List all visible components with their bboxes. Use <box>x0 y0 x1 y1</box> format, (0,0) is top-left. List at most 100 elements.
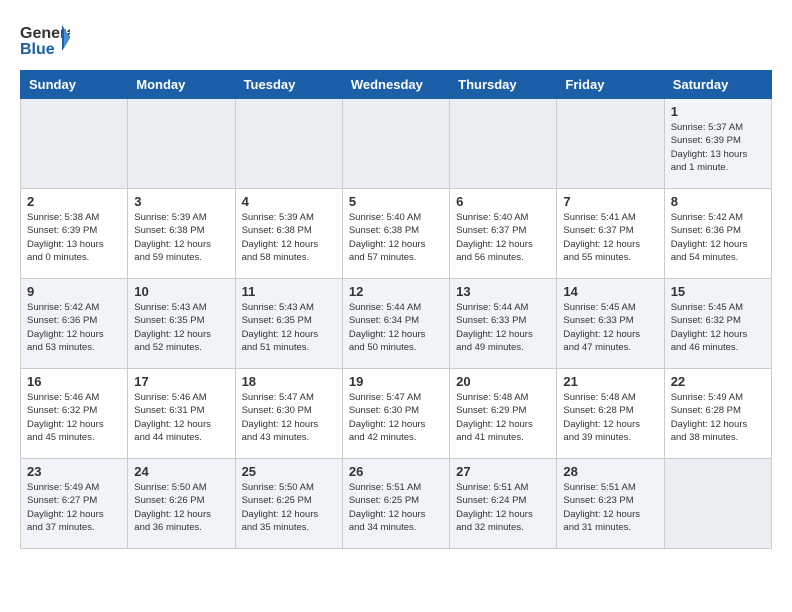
calendar-cell <box>235 99 342 189</box>
day-info: Sunrise: 5:49 AM Sunset: 6:28 PM Dayligh… <box>671 391 765 444</box>
calendar-cell: 18Sunrise: 5:47 AM Sunset: 6:30 PM Dayli… <box>235 369 342 459</box>
weekday-header-tuesday: Tuesday <box>235 71 342 99</box>
calendar-cell: 22 Sunrise: 5:49 AM Sunset: 6:28 PM Dayli… <box>664 369 771 459</box>
day-number: 2 <box>27 194 121 209</box>
day-number: 3 <box>134 194 228 209</box>
day-info: Sunrise: 5:45 AM Sunset: 6:33 PM Dayligh… <box>563 301 657 354</box>
day-number: 10 <box>134 284 228 299</box>
day-info: Sunrise: 5:43 AM Sunset: 6:35 PM Dayligh… <box>134 301 228 354</box>
logo: General Blue <box>20 20 74 60</box>
day-number: 8 <box>671 194 765 209</box>
day-number: 4 <box>242 194 336 209</box>
day-info: Sunrise: 5:42 AM Sunset: 6:36 PM Dayligh… <box>671 211 765 264</box>
day-number: 26 <box>349 464 443 479</box>
calendar-cell <box>342 99 449 189</box>
calendar-cell: 9Sunrise: 5:42 AM Sunset: 6:36 PM Daylig… <box>21 279 128 369</box>
calendar-cell: 10 Sunrise: 5:43 AM Sunset: 6:35 PM Dayli… <box>128 279 235 369</box>
day-info: Sunrise: 5:44 AM Sunset: 6:34 PM Dayligh… <box>349 301 443 354</box>
calendar-cell: 1 Sunrise: 5:37 AM Sunset: 6:39 PM Daylig… <box>664 99 771 189</box>
day-info: Sunrise: 5:39 AM Sunset: 6:38 PM Dayligh… <box>242 211 336 264</box>
calendar-cell: 28Sunrise: 5:51 AM Sunset: 6:23 PM Dayli… <box>557 459 664 549</box>
day-number: 19 <box>349 374 443 389</box>
week-row-5: 23Sunrise: 5:49 AM Sunset: 6:27 PM Dayli… <box>21 459 772 549</box>
day-info: Sunrise: 5:46 AM Sunset: 6:32 PM Dayligh… <box>27 391 121 444</box>
calendar-cell: 4 Sunrise: 5:39 AM Sunset: 6:38 PM Daylig… <box>235 189 342 279</box>
calendar-cell <box>21 99 128 189</box>
calendar-cell: 24 Sunrise: 5:50 AM Sunset: 6:26 PM Dayli… <box>128 459 235 549</box>
weekday-header-friday: Friday <box>557 71 664 99</box>
day-number: 27 <box>456 464 550 479</box>
day-info: Sunrise: 5:45 AM Sunset: 6:32 PM Dayligh… <box>671 301 765 354</box>
calendar-cell: 7 Sunrise: 5:41 AM Sunset: 6:37 PM Daylig… <box>557 189 664 279</box>
calendar-cell: 12 Sunrise: 5:44 AM Sunset: 6:34 PM Dayli… <box>342 279 449 369</box>
svg-text:Blue: Blue <box>20 41 55 58</box>
calendar-cell: 19 Sunrise: 5:47 AM Sunset: 6:30 PM Dayli… <box>342 369 449 459</box>
calendar-cell: 25 Sunrise: 5:50 AM Sunset: 6:25 PM Dayli… <box>235 459 342 549</box>
day-info: Sunrise: 5:48 AM Sunset: 6:29 PM Dayligh… <box>456 391 550 444</box>
day-info: Sunrise: 5:39 AM Sunset: 6:38 PM Dayligh… <box>134 211 228 264</box>
calendar-cell: 20 Sunrise: 5:48 AM Sunset: 6:29 PM Dayli… <box>450 369 557 459</box>
day-number: 20 <box>456 374 550 389</box>
calendar-cell: 26 Sunrise: 5:51 AM Sunset: 6:25 PM Dayli… <box>342 459 449 549</box>
calendar-cell <box>450 99 557 189</box>
week-row-1: 1 Sunrise: 5:37 AM Sunset: 6:39 PM Daylig… <box>21 99 772 189</box>
day-info: Sunrise: 5:48 AM Sunset: 6:28 PM Dayligh… <box>563 391 657 444</box>
logo-icon: General Blue <box>20 20 70 60</box>
calendar-cell: 3 Sunrise: 5:39 AM Sunset: 6:38 PM Daylig… <box>128 189 235 279</box>
day-number: 24 <box>134 464 228 479</box>
day-number: 6 <box>456 194 550 209</box>
day-info: Sunrise: 5:40 AM Sunset: 6:38 PM Dayligh… <box>349 211 443 264</box>
day-info: Sunrise: 5:46 AM Sunset: 6:31 PM Dayligh… <box>134 391 228 444</box>
calendar-cell: 16 Sunrise: 5:46 AM Sunset: 6:32 PM Dayli… <box>21 369 128 459</box>
calendar-cell: 14 Sunrise: 5:45 AM Sunset: 6:33 PM Dayli… <box>557 279 664 369</box>
day-number: 16 <box>27 374 121 389</box>
weekday-header-wednesday: Wednesday <box>342 71 449 99</box>
calendar-cell <box>128 99 235 189</box>
calendar-cell: 23Sunrise: 5:49 AM Sunset: 6:27 PM Dayli… <box>21 459 128 549</box>
day-number: 25 <box>242 464 336 479</box>
day-number: 28 <box>563 464 657 479</box>
week-row-4: 16 Sunrise: 5:46 AM Sunset: 6:32 PM Dayli… <box>21 369 772 459</box>
day-number: 22 <box>671 374 765 389</box>
calendar-cell: 21 Sunrise: 5:48 AM Sunset: 6:28 PM Dayli… <box>557 369 664 459</box>
weekday-header-sunday: Sunday <box>21 71 128 99</box>
day-info: Sunrise: 5:40 AM Sunset: 6:37 PM Dayligh… <box>456 211 550 264</box>
page-header: General Blue <box>20 20 772 60</box>
day-number: 21 <box>563 374 657 389</box>
weekday-header-monday: Monday <box>128 71 235 99</box>
calendar-cell: 2 Sunrise: 5:38 AM Sunset: 6:39 PM Daylig… <box>21 189 128 279</box>
calendar-cell: 27 Sunrise: 5:51 AM Sunset: 6:24 PM Dayli… <box>450 459 557 549</box>
calendar-cell: 8 Sunrise: 5:42 AM Sunset: 6:36 PM Daylig… <box>664 189 771 279</box>
calendar-cell: 17 Sunrise: 5:46 AM Sunset: 6:31 PM Dayli… <box>128 369 235 459</box>
day-info: Sunrise: 5:51 AM Sunset: 6:25 PM Dayligh… <box>349 481 443 534</box>
day-number: 7 <box>563 194 657 209</box>
day-number: 1 <box>671 104 765 119</box>
calendar-table: SundayMondayTuesdayWednesdayThursdayFrid… <box>20 70 772 549</box>
calendar-cell: 15 Sunrise: 5:45 AM Sunset: 6:32 PM Dayli… <box>664 279 771 369</box>
day-info: Sunrise: 5:43 AM Sunset: 6:35 PM Dayligh… <box>242 301 336 354</box>
calendar-cell: 6 Sunrise: 5:40 AM Sunset: 6:37 PM Daylig… <box>450 189 557 279</box>
calendar-cell <box>557 99 664 189</box>
calendar-cell: 13Sunrise: 5:44 AM Sunset: 6:33 PM Dayli… <box>450 279 557 369</box>
day-number: 12 <box>349 284 443 299</box>
week-row-3: 9Sunrise: 5:42 AM Sunset: 6:36 PM Daylig… <box>21 279 772 369</box>
day-number: 14 <box>563 284 657 299</box>
day-info: Sunrise: 5:47 AM Sunset: 6:30 PM Dayligh… <box>349 391 443 444</box>
day-number: 23 <box>27 464 121 479</box>
weekday-header-thursday: Thursday <box>450 71 557 99</box>
day-info: Sunrise: 5:51 AM Sunset: 6:24 PM Dayligh… <box>456 481 550 534</box>
day-info: Sunrise: 5:47 AM Sunset: 6:30 PM Dayligh… <box>242 391 336 444</box>
calendar-cell: 5Sunrise: 5:40 AM Sunset: 6:38 PM Daylig… <box>342 189 449 279</box>
weekday-header-row: SundayMondayTuesdayWednesdayThursdayFrid… <box>21 71 772 99</box>
day-number: 17 <box>134 374 228 389</box>
day-info: Sunrise: 5:41 AM Sunset: 6:37 PM Dayligh… <box>563 211 657 264</box>
day-number: 13 <box>456 284 550 299</box>
day-info: Sunrise: 5:37 AM Sunset: 6:39 PM Dayligh… <box>671 121 765 174</box>
day-number: 9 <box>27 284 121 299</box>
day-info: Sunrise: 5:38 AM Sunset: 6:39 PM Dayligh… <box>27 211 121 264</box>
day-info: Sunrise: 5:50 AM Sunset: 6:25 PM Dayligh… <box>242 481 336 534</box>
day-info: Sunrise: 5:50 AM Sunset: 6:26 PM Dayligh… <box>134 481 228 534</box>
weekday-header-saturday: Saturday <box>664 71 771 99</box>
week-row-2: 2 Sunrise: 5:38 AM Sunset: 6:39 PM Daylig… <box>21 189 772 279</box>
day-number: 15 <box>671 284 765 299</box>
